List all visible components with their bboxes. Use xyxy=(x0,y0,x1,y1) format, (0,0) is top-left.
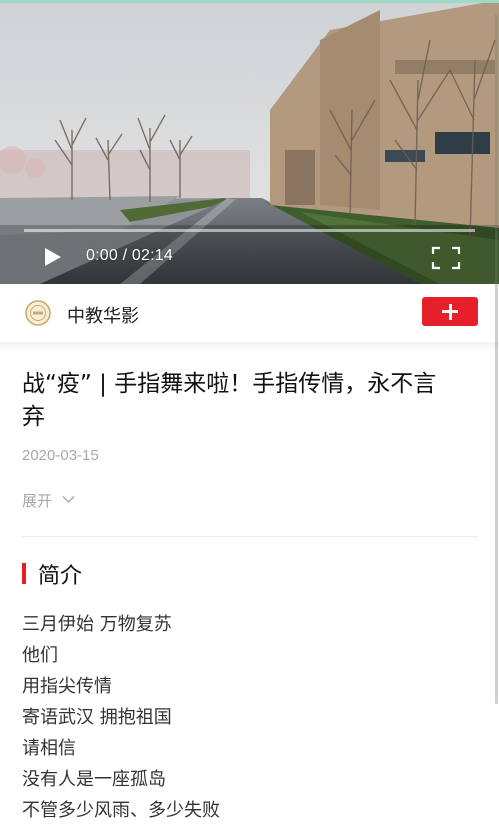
follow-button[interactable] xyxy=(422,297,478,326)
video-top-accent xyxy=(0,0,499,3)
channel-name[interactable]: 中教华影 xyxy=(67,302,139,328)
video-progress-bar[interactable] xyxy=(24,229,475,232)
intro-line: 他们 xyxy=(22,645,58,666)
intro-heading: 简介 xyxy=(38,564,83,589)
plus-icon-vertical xyxy=(448,303,452,320)
video-player[interactable]: 0:00 / 02:14 xyxy=(0,0,499,284)
article-title-line1: 战“疫” | 手指舞来啦！手指传情，永不言 xyxy=(22,371,437,397)
channel-bar: 中教华影 xyxy=(0,284,499,343)
video-time-display: 0:00 / 02:14 xyxy=(86,247,173,264)
intro-line: 请相信 xyxy=(22,738,76,759)
section-accent-bar xyxy=(22,563,26,584)
expand-button[interactable]: 展开 xyxy=(22,490,75,511)
section-divider xyxy=(22,536,478,537)
article-title-line2: 弃 xyxy=(22,404,45,430)
channel-logo-icon[interactable] xyxy=(25,300,51,326)
channel-bar-shadow xyxy=(0,342,499,350)
intro-line: 不管多少风雨、多少失败 xyxy=(22,800,220,821)
chevron-down-icon xyxy=(62,495,75,504)
intro-line: 寄语武汉 拥抱祖国 xyxy=(22,707,172,728)
page-scrollbar[interactable] xyxy=(495,14,498,704)
intro-line: 用指尖传情 xyxy=(22,676,112,697)
play-icon[interactable] xyxy=(40,245,64,269)
intro-line: 没有人是一座孤岛 xyxy=(22,769,166,790)
intro-line: 三月伊始 万物复苏 xyxy=(22,614,172,635)
page: 0:00 / 02:14 中教华影 战“疫” | 手指舞来啦！手指传情，永不言弃… xyxy=(0,0,499,826)
expand-label: 展开 xyxy=(22,492,53,510)
fullscreen-icon[interactable] xyxy=(431,246,461,270)
video-frame xyxy=(0,0,499,284)
article-title: 战“疫” | 手指舞来啦！手指传情，永不言弃 xyxy=(22,368,480,434)
publish-date: 2020-03-15 xyxy=(22,447,99,464)
